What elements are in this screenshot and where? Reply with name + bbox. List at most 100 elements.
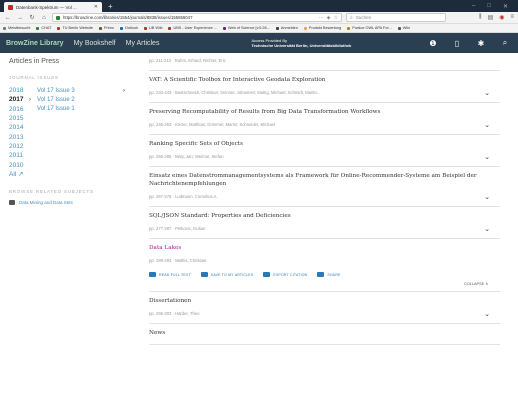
chevron-down-icon[interactable]: ⌄ [484,225,490,233]
collapse-button[interactable]: COLLAPSE ∧ [464,281,488,286]
chevron-down-icon[interactable]: ⌄ [484,310,490,318]
export-citation-button[interactable]: EXPORT CITATION [263,272,307,277]
volume-link[interactable]: Vol 17 Issue 3 [37,88,75,94]
year-link[interactable]: 2015 [9,115,29,122]
back-icon[interactable]: ← [4,15,12,21]
bookmark-item[interactable]: Wiki [397,26,410,30]
sidebar-icon[interactable]: ▤ [488,14,494,21]
nav-my-articles[interactable]: My Articles [126,40,160,47]
year-link[interactable]: 2017 [9,96,29,103]
bookmark-item[interactable]: CHAT [36,26,51,30]
brand-logo[interactable]: BrowZine Library [6,40,64,47]
journal-issues-heading: JOURNAL ISSUES [9,75,59,80]
bookmark-item[interactable]: TU Berlin Website [57,26,93,30]
browser-search-input[interactable]: ⌕ Suchen [346,13,446,22]
chevron-down-icon[interactable]: ⌄ [484,153,490,161]
article-meta: pp. 233-243 · Bastschneidt, Christian; S… [149,90,321,95]
url-text: https://browzine.com/libraries/1554/jour… [63,15,193,20]
home-icon[interactable]: ⌂ [40,15,48,21]
bookmark-label: UB Wiki [148,26,163,30]
article-title[interactable]: Dissertationen [149,297,480,305]
close-tab-icon[interactable]: ✕ [94,4,98,10]
star-icon[interactable]: ☆ [334,15,338,21]
search-icon[interactable]: ⌕ [500,38,510,48]
chevron-down-icon[interactable]: ⌄ [484,89,490,97]
more-actions-icon[interactable]: ⋯ [319,15,324,21]
export-citation-label: EXPORT CITATION [273,272,308,277]
article-meta: pp. 295-303 · Härder, Theo [149,311,200,316]
gear-icon[interactable]: ✱ [476,39,486,48]
article-item[interactable]: pp. 211-212 · Rahm, Erhard, Richter, Eri… [149,53,500,71]
chevron-right-icon: › [123,87,125,94]
year-link[interactable]: 2014 [9,124,29,131]
account-icon[interactable]: ◉ [499,14,504,21]
bookmark-item[interactable]: Primo [98,26,114,30]
bookmark-item[interactable]: UBS - User Experience ... [168,26,217,30]
bookmark-label: Primo [103,26,114,30]
year-link[interactable]: 2010 [9,162,29,169]
article-title[interactable]: SQL/JSON Standard: Properties and Defici… [149,212,480,220]
share-button[interactable]: SHARE [317,272,340,277]
close-window-icon[interactable]: ✕ [503,3,508,10]
bookmark-item[interactable]: Anmelden [275,26,298,30]
chevron-down-icon[interactable]: ⌄ [484,193,490,201]
access-institution: Technische Universität Berlin, Universit… [251,43,352,48]
quote-icon [263,272,271,277]
info-icon[interactable]: ❶ [428,39,438,48]
minimize-icon[interactable]: – [472,3,475,10]
share-label: SHARE [327,272,341,277]
article-item[interactable]: SQL/JSON Standard: Properties and Defici… [149,207,500,239]
year-link[interactable]: 2011 [9,152,29,159]
article-title[interactable]: VAT: A Scientific Toolbox for Interactiv… [149,76,480,84]
browser-tab[interactable]: Datenbank-Spektrum — Vol ... ✕ [4,2,102,12]
article-title[interactable]: Ranking Specific Sets of Objects [149,140,480,148]
subject-link[interactable]: Data Mining and Data Sets [9,199,145,205]
chevron-down-icon[interactable]: ⌄ [484,121,490,129]
share-icon [317,272,325,277]
articles-in-press-link[interactable]: Articles in Press [9,58,145,65]
article-item[interactable]: Data Lakes pp. 289-293 · Mathis, Christia… [149,239,500,292]
scrollbar[interactable] [500,53,518,406]
year-link[interactable]: 2016 [9,106,29,113]
year-link[interactable]: 2018 [9,87,29,94]
year-row: All ↗ [9,170,145,179]
shield-icon[interactable]: ◈ [327,15,331,21]
bookmark-label: Anmelden [280,26,298,30]
article-title[interactable]: Data Lakes [149,244,480,252]
nav-my-bookshelf[interactable]: My Bookshelf [74,40,116,47]
year-link[interactable]: 2012 [9,143,29,150]
article-item[interactable]: Ranking Specific Sets of Objects pp. 255-… [149,135,500,167]
article-title[interactable]: Preserving Recomputability of Results fr… [149,108,480,116]
bookmark-label: Wiki [402,26,410,30]
volume-link[interactable]: Vol 17 Issue 2 [37,97,75,103]
year-link[interactable]: 2013 [9,134,29,141]
library-icon[interactable]: ⫼ [479,14,482,21]
url-bar[interactable]: https://browzine.com/libraries/1554/jour… [52,13,342,22]
maximize-icon[interactable]: □ [487,3,491,10]
device-icon[interactable]: ▯ [452,39,462,48]
read-full-text-button[interactable]: READ FULL TEXT [149,272,191,277]
bookmark-item[interactable]: Outlook [119,26,138,30]
article-item[interactable]: Dissertationen pp. 295-303 · Härder, Theo… [149,292,500,324]
bookmark-item[interactable]: Purdue OWL APA For... [347,26,392,30]
article-title[interactable]: News [149,329,480,337]
bookmark-item[interactable]: Produkt Bewertung [303,26,341,30]
article-item[interactable]: News [149,324,500,345]
bookmark-item[interactable]: Web of Science [v.5.28... [222,26,270,30]
new-tab-button[interactable]: + [108,2,113,11]
reload-icon[interactable]: ↻ [28,14,36,21]
menu-icon[interactable]: ≡ [510,14,514,21]
save-to-my-articles-button[interactable]: SAVE TO MY ARTICLES [200,272,254,277]
article-title[interactable]: Einsatz eines Datenstrommanagementsystem… [149,172,480,188]
forward-icon[interactable]: → [16,15,24,21]
bookmark-icon [303,26,307,30]
year-link[interactable]: All ↗ [9,170,29,178]
bookmark-item[interactable]: UB Wiki [143,26,163,30]
browser-tab-bar: Datenbank-Spektrum — Vol ... ✕ + – □ ✕ [0,0,518,12]
article-item[interactable]: Einsatz eines Datenstrommanagementsystem… [149,167,500,207]
article-meta: pp. 255-265 · Maiy, Jan; Weimar, Stefan [149,154,224,159]
bookmark-item[interactable]: Meistbesucht [3,26,30,30]
article-item[interactable]: Preserving Recomputability of Results fr… [149,103,500,135]
volume-link[interactable]: Vol 17 Issue 1 [37,106,75,112]
article-item[interactable]: VAT: A Scientific Toolbox for Interactiv… [149,71,500,103]
